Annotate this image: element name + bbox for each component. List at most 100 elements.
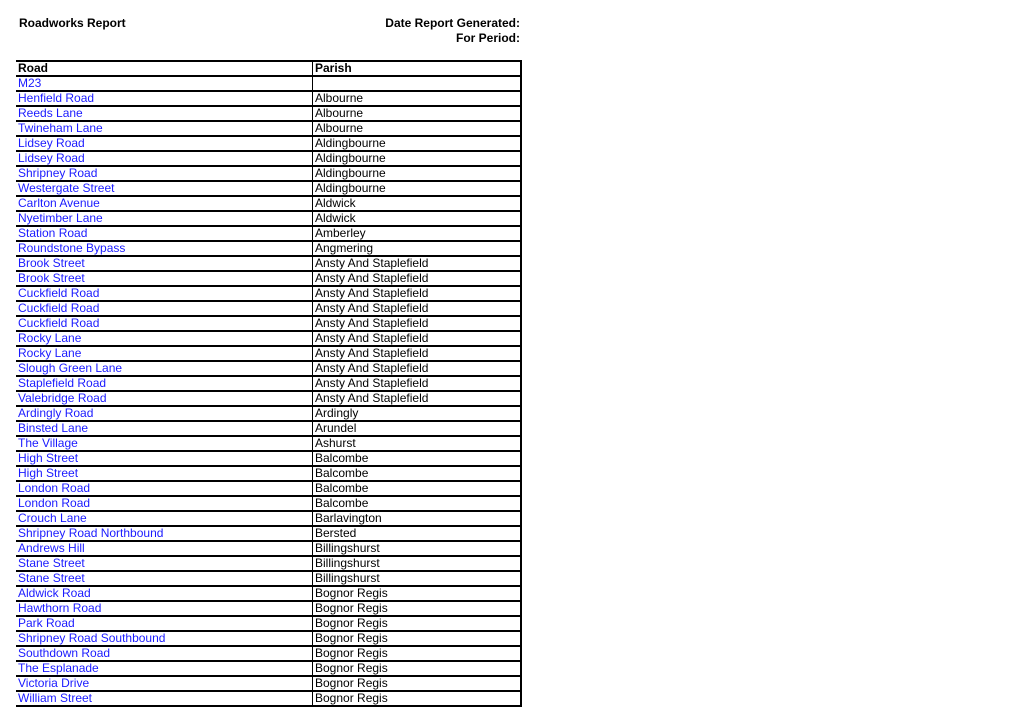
road-link[interactable]: Victoria Drive <box>18 676 89 690</box>
parish-cell: Bognor Regis <box>312 631 521 647</box>
road-cell: William Street <box>16 691 313 707</box>
road-cell: Park Road <box>16 616 313 632</box>
table-body: M23 Henfield Road Albourne Reeds Lane Albour… <box>16 76 521 707</box>
road-link[interactable]: Crouch Lane <box>18 511 87 525</box>
road-link[interactable]: Andrews Hill <box>18 541 85 555</box>
road-link[interactable]: Aldwick Road <box>18 586 91 600</box>
road-link[interactable]: Brook Street <box>18 271 85 285</box>
road-link[interactable]: Cuckfield Road <box>18 286 99 300</box>
parish-cell: Amberley <box>312 226 521 242</box>
road-link[interactable]: Stane Street <box>18 571 85 585</box>
road-link[interactable]: The Village <box>18 436 78 450</box>
road-link[interactable]: Lidsey Road <box>18 151 85 165</box>
road-cell: Station Road <box>16 226 313 242</box>
road-link[interactable]: Lidsey Road <box>18 136 85 150</box>
parish-cell: Bognor Regis <box>312 616 521 632</box>
road-cell: Henfield Road <box>16 91 313 107</box>
road-link[interactable]: Shripney Road Southbound <box>18 631 165 645</box>
road-cell: High Street <box>16 451 313 467</box>
table-row: Crouch Lane Barlavington <box>16 511 521 527</box>
road-link[interactable]: Shripney Road Northbound <box>18 526 163 540</box>
parish-cell: Billingshurst <box>312 571 521 587</box>
road-cell: Slough Green Lane <box>16 361 313 377</box>
table-row: High Street Balcombe <box>16 466 521 482</box>
road-link[interactable]: William Street <box>18 691 92 705</box>
road-link[interactable]: High Street <box>18 451 78 465</box>
table-row: M23 <box>16 76 521 92</box>
table-row: Henfield Road Albourne <box>16 91 521 107</box>
table-row: Park Road Bognor Regis <box>16 616 521 632</box>
road-cell: The Village <box>16 436 313 452</box>
road-cell: M23 <box>16 76 313 92</box>
table-row: The Village Ashurst <box>16 436 521 452</box>
road-cell: Hawthorn Road <box>16 601 313 617</box>
column-header-parish: Parish <box>312 61 521 77</box>
table-row: Brook Street Ansty And Staplefield <box>16 271 521 287</box>
road-link[interactable]: Slough Green Lane <box>18 361 122 375</box>
road-link[interactable]: Staplefield Road <box>18 376 106 390</box>
road-link[interactable]: M23 <box>18 76 41 90</box>
road-link[interactable]: London Road <box>18 496 90 510</box>
table-row: Shripney Road Southbound Bognor Regis <box>16 631 521 647</box>
table-row: Andrews Hill Billingshurst <box>16 541 521 557</box>
parish-cell: Albourne <box>312 106 521 122</box>
parish-cell: Balcombe <box>312 481 521 497</box>
road-cell: Cuckfield Road <box>16 316 313 332</box>
road-link[interactable]: Twineham Lane <box>18 121 103 135</box>
road-link[interactable]: Hawthorn Road <box>18 601 101 615</box>
road-cell: Roundstone Bypass <box>16 241 313 257</box>
road-link[interactable]: High Street <box>18 466 78 480</box>
report-title: Roadworks Report <box>19 16 126 30</box>
table-row: Station Road Amberley <box>16 226 521 242</box>
road-link[interactable]: Carlton Avenue <box>18 196 100 210</box>
road-link[interactable]: The Esplanade <box>18 661 99 675</box>
road-link[interactable]: Ardingly Road <box>18 406 93 420</box>
parish-cell: Ansty And Staplefield <box>312 286 521 302</box>
table-row: Roundstone Bypass Angmering <box>16 241 521 257</box>
road-link[interactable]: Rocky Lane <box>18 346 81 360</box>
table-row: Staplefield Road Ansty And Staplefield <box>16 376 521 392</box>
parish-cell: Aldingbourne <box>312 181 521 197</box>
parish-cell: Bognor Regis <box>312 691 521 707</box>
road-link[interactable]: Binsted Lane <box>18 421 88 435</box>
table-row: Westergate Street Aldingbourne <box>16 181 521 197</box>
column-header-road: Road <box>16 61 313 77</box>
road-cell: Brook Street <box>16 256 313 272</box>
road-link[interactable]: London Road <box>18 481 90 495</box>
road-link[interactable]: Reeds Lane <box>18 106 83 120</box>
road-cell: Aldwick Road <box>16 586 313 602</box>
road-link[interactable]: Nyetimber Lane <box>18 211 103 225</box>
road-link[interactable]: Stane Street <box>18 556 85 570</box>
road-cell: Reeds Lane <box>16 106 313 122</box>
road-cell: Binsted Lane <box>16 421 313 437</box>
parish-cell: Aldingbourne <box>312 136 521 152</box>
parish-cell: Ansty And Staplefield <box>312 361 521 377</box>
road-link[interactable]: Southdown Road <box>18 646 110 660</box>
road-link[interactable]: Station Road <box>18 226 87 240</box>
road-link[interactable]: Brook Street <box>18 256 85 270</box>
road-link[interactable]: Shripney Road <box>18 166 97 180</box>
parish-cell: Angmering <box>312 241 521 257</box>
parish-cell: Ansty And Staplefield <box>312 331 521 347</box>
parish-cell: Aldingbourne <box>312 151 521 167</box>
road-cell: Stane Street <box>16 571 313 587</box>
parish-cell: Barlavington <box>312 511 521 527</box>
parish-cell: Ansty And Staplefield <box>312 391 521 407</box>
parish-cell: Ansty And Staplefield <box>312 271 521 287</box>
table-row: Nyetimber Lane Aldwick <box>16 211 521 227</box>
road-link[interactable]: Cuckfield Road <box>18 301 99 315</box>
table-row: Slough Green Lane Ansty And Staplefield <box>16 361 521 377</box>
table-row: Shripney Road Aldingbourne <box>16 166 521 182</box>
road-link[interactable]: Henfield Road <box>18 91 94 105</box>
road-link[interactable]: Roundstone Bypass <box>18 241 125 255</box>
road-link[interactable]: Westergate Street <box>18 181 115 195</box>
road-link[interactable]: Cuckfield Road <box>18 316 99 330</box>
date-generated-label: Date Report Generated: <box>385 16 520 30</box>
table-row: Aldwick Road Bognor Regis <box>16 586 521 602</box>
parish-cell: Balcombe <box>312 451 521 467</box>
parish-cell: Ardingly <box>312 406 521 422</box>
table-row: Rocky Lane Ansty And Staplefield <box>16 346 521 362</box>
road-link[interactable]: Park Road <box>18 616 75 630</box>
road-link[interactable]: Valebridge Road <box>18 391 107 405</box>
road-link[interactable]: Rocky Lane <box>18 331 81 345</box>
